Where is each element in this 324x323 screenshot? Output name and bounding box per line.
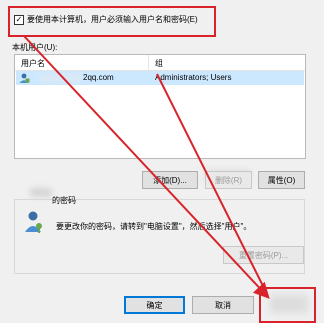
- ok-button[interactable]: 确定: [124, 296, 185, 314]
- annotation-highlight-apply: [259, 287, 316, 323]
- redacted-username: [38, 74, 82, 82]
- require-password-label: 要使用本计算机，用户必须输入用户名和密码(E): [27, 15, 198, 24]
- cancel-button[interactable]: 取消: [192, 296, 254, 314]
- delete-user-button[interactable]: 删除(R): [205, 171, 252, 189]
- redacted-text: [30, 188, 52, 197]
- local-users-label: 本机用户(U):: [12, 43, 58, 52]
- user-key-icon: [25, 211, 42, 233]
- require-password-checkbox[interactable]: ✓: [14, 14, 24, 25]
- row-username: 2qq.com: [83, 73, 114, 82]
- row-group: Administrators; Users: [155, 73, 232, 82]
- properties-button[interactable]: 属性(O): [258, 171, 305, 189]
- table-row[interactable]: 2qq.com Administrators; Users: [16, 71, 304, 85]
- users-list[interactable]: 用户名 组 2qq.com Administrators; Users: [14, 54, 306, 159]
- password-section-title: 的密码: [52, 196, 76, 205]
- reset-password-button[interactable]: 重置密码(P)...: [223, 246, 304, 264]
- list-header: 用户名 组: [15, 55, 305, 71]
- add-user-button[interactable]: 添加(D)...: [142, 171, 198, 189]
- password-change-instruction: 要更改你的密码，请转到"电脑设置"，然后选择"用户"。: [56, 222, 252, 231]
- column-header-username[interactable]: 用户名: [21, 58, 45, 69]
- column-header-group[interactable]: 组: [155, 58, 163, 69]
- require-password-checkbox-row[interactable]: ✓ 要使用本计算机，用户必须输入用户名和密码(E): [14, 14, 198, 25]
- user-icon: [19, 73, 30, 83]
- column-separator: [148, 55, 149, 70]
